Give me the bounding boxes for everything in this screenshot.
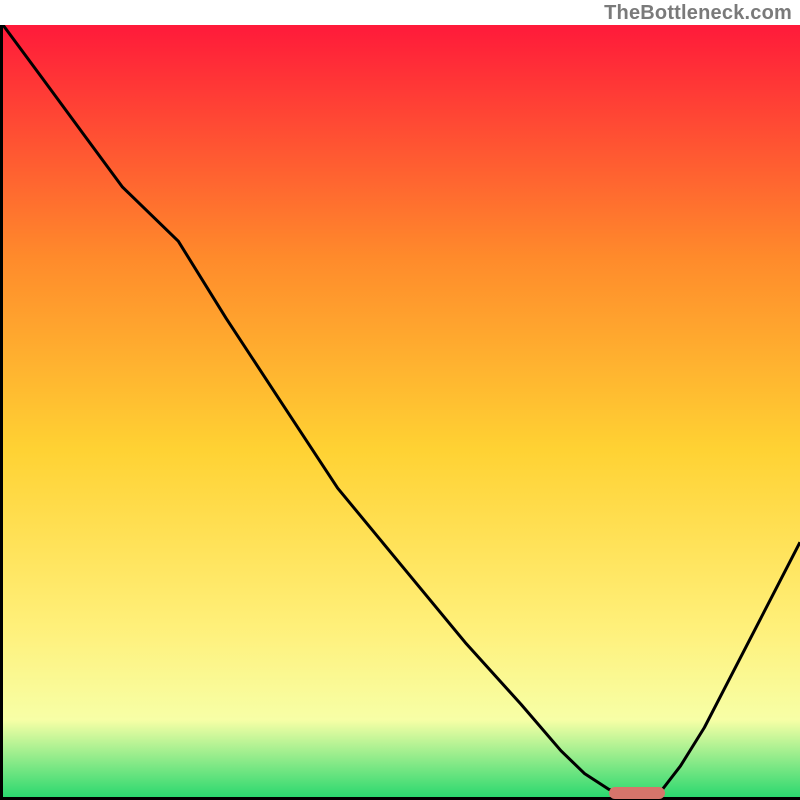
optimal-range-marker [609, 787, 665, 799]
line-plot [3, 25, 800, 797]
watermark-text: TheBottleneck.com [604, 2, 792, 25]
bottleneck-chart: TheBottleneck.com [0, 0, 800, 800]
bottleneck-curve [3, 25, 800, 797]
